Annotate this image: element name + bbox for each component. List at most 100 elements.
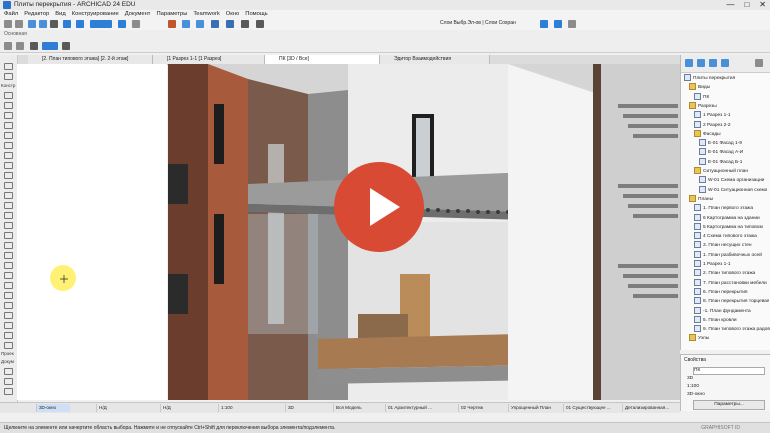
- navigator-item[interactable]: W-01 Схема организации: [699, 176, 764, 184]
- arrow-icon[interactable]: [4, 63, 13, 70]
- wall-icon[interactable]: [4, 92, 13, 99]
- navigator-item[interactable]: Е-01 Фасад А-И: [699, 148, 743, 156]
- elevation-tool-icon[interactable]: [4, 378, 13, 385]
- plan-canvas[interactable]: [17, 64, 167, 400]
- navigator-item[interactable]: 2 Разрез 2-2: [694, 120, 731, 129]
- menu-file[interactable]: Файл: [4, 11, 18, 17]
- navigator-item[interactable]: 6 Картограмма на здании: [694, 213, 760, 222]
- section-icon[interactable]: [168, 20, 176, 28]
- text-icon[interactable]: [4, 282, 13, 289]
- layer-combination-selector[interactable]: 01 Архитектурный ...: [385, 404, 453, 412]
- layer-combo-label[interactable]: Слои Выбр.Эл-ов | Слои Сохран: [440, 20, 516, 26]
- minimize-button[interactable]: —: [726, 0, 734, 9]
- navigator-item[interactable]: 8. План перекрытия торцевая: [694, 297, 769, 305]
- structure-display-selector[interactable]: Детализированная...: [622, 404, 680, 412]
- navigator-item[interactable]: 1. План разбивочных осей: [694, 250, 762, 259]
- doc-icon[interactable]: [241, 20, 249, 28]
- railing-icon[interactable]: [4, 182, 13, 189]
- pen-set-selector[interactable]: 02 Чертеж: [458, 404, 510, 412]
- mvo-selector[interactable]: Упрощенный План: [508, 404, 562, 412]
- navigator-item[interactable]: 5. План кровли: [694, 315, 737, 324]
- navigator-options-icon[interactable]: [755, 59, 763, 67]
- arrow-tool-icon[interactable]: [4, 42, 12, 50]
- lamp-icon[interactable]: [4, 252, 13, 259]
- menu-help[interactable]: Помощь: [245, 11, 267, 17]
- rotate-icon[interactable]: [182, 20, 190, 28]
- navigator-item[interactable]: Планы: [689, 194, 713, 203]
- curtain-wall-icon[interactable]: [4, 192, 13, 199]
- navigator-item[interactable]: Плиты перекрытия: [684, 74, 735, 82]
- mesh-icon[interactable]: [4, 162, 13, 169]
- skylight-icon[interactable]: [4, 222, 13, 229]
- navigator-item[interactable]: 3. План несущих стен: [694, 241, 752, 249]
- layout-book-icon[interactable]: [709, 59, 717, 67]
- door-icon[interactable]: [4, 202, 13, 209]
- scale-selector[interactable]: 1:100: [218, 404, 258, 412]
- roof-icon[interactable]: [4, 132, 13, 139]
- navigator-item[interactable]: Фасады: [694, 129, 721, 138]
- marquee-icon[interactable]: [4, 73, 13, 80]
- label-icon[interactable]: [4, 292, 13, 299]
- polyline-icon[interactable]: [4, 332, 13, 339]
- navigator-item[interactable]: Ситуационный план: [694, 167, 748, 175]
- undo-zoom[interactable]: Н/Д: [96, 404, 120, 412]
- spline-icon[interactable]: [4, 342, 13, 349]
- play-button[interactable]: [334, 162, 424, 252]
- snap-icon[interactable]: [76, 20, 84, 28]
- tab-floor-plan[interactable]: [2. План типового этажа] [2. 2-й этаж]: [28, 55, 153, 64]
- menu-document[interactable]: Документ: [125, 11, 151, 17]
- eyedropper-icon[interactable]: [28, 20, 36, 28]
- navigator-item[interactable]: Е-01 Фасад Б-1: [699, 157, 742, 166]
- navigator-item[interactable]: W-01 Ситуационная схема: [699, 185, 767, 194]
- renovation-filter-selector[interactable]: 01 Существующее ...: [563, 404, 621, 412]
- publish-icon[interactable]: [568, 20, 576, 28]
- trace-icon[interactable]: [50, 20, 58, 28]
- line-type-icon[interactable]: [63, 20, 71, 28]
- redo-zoom[interactable]: Н/Д: [160, 404, 184, 412]
- tab-interaction[interactable]: Эдитор Взаимодействия: [380, 55, 490, 64]
- properties-name-field[interactable]: ПК: [693, 367, 765, 375]
- zone-icon[interactable]: [4, 262, 13, 269]
- orbit-icon[interactable]: [196, 20, 204, 28]
- marquee-tool-icon[interactable]: [16, 42, 24, 50]
- navigator-item[interactable]: 1 Разрез 1-1: [694, 111, 731, 119]
- arc-icon[interactable]: [4, 322, 13, 329]
- menu-options[interactable]: Параметры: [156, 11, 187, 17]
- tab-3d[interactable]: ПК [3D / Все]: [265, 55, 380, 64]
- navigator-item[interactable]: ПК: [694, 92, 709, 101]
- opening-icon[interactable]: [4, 232, 13, 239]
- line-icon[interactable]: [4, 312, 13, 319]
- navigator-item[interactable]: 7. План расстановки мебели: [694, 278, 767, 287]
- render-icon[interactable]: [226, 20, 234, 28]
- beam-icon[interactable]: [4, 112, 13, 119]
- publisher-icon[interactable]: [721, 59, 729, 67]
- navigator-item[interactable]: Разрезы: [689, 101, 717, 110]
- geometry-method-icon[interactable]: [42, 42, 58, 50]
- pointer-icon[interactable]: [62, 42, 70, 50]
- navigator-item[interactable]: 2. План типового этажа: [694, 269, 755, 277]
- menu-design[interactable]: Конструирование: [72, 11, 119, 17]
- navigator-item[interactable]: 1 Разрез 1-1: [694, 260, 731, 268]
- dimension-icon[interactable]: [4, 272, 13, 279]
- view-map-icon[interactable]: [697, 59, 705, 67]
- detail-tool-icon[interactable]: [4, 388, 13, 395]
- navigator-item[interactable]: 9. План типового этажа радов: [694, 325, 770, 333]
- morph-icon[interactable]: [4, 152, 13, 159]
- 3d-viewport[interactable]: [168, 64, 680, 400]
- stair-icon[interactable]: [4, 172, 13, 179]
- object-icon[interactable]: [4, 242, 13, 249]
- slab-icon[interactable]: [4, 122, 13, 129]
- menu-edit[interactable]: Редактор: [24, 11, 49, 17]
- navigator-item[interactable]: -1. План фундамента: [694, 306, 751, 315]
- navigator-item[interactable]: 5 Картограмма на типовом: [694, 222, 763, 231]
- menu-view[interactable]: Вид: [55, 11, 66, 17]
- undo-icon[interactable]: [4, 20, 12, 28]
- navigator-item[interactable]: Узлы: [689, 334, 709, 342]
- mirror-icon[interactable]: [118, 20, 126, 28]
- bimx-icon[interactable]: [554, 20, 562, 28]
- column-icon[interactable]: [4, 102, 13, 109]
- navigator-item[interactable]: Виды: [689, 83, 710, 91]
- guide-lines-icon[interactable]: [90, 20, 112, 28]
- navigator-item[interactable]: 6. План перекрытия: [694, 287, 748, 296]
- navigator-item[interactable]: 4 Схема типового этажа: [694, 232, 757, 240]
